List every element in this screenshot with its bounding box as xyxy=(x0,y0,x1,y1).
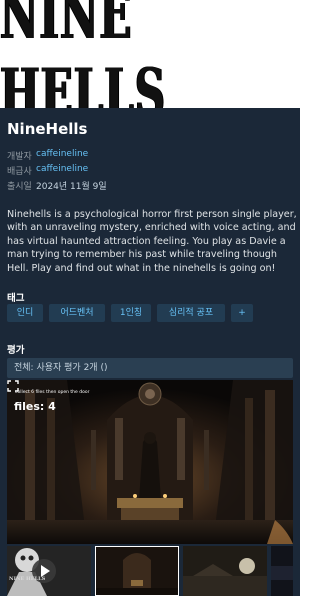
dark-scene-thumbnail-image xyxy=(183,546,267,596)
tag-indie[interactable]: 인디 xyxy=(7,304,43,322)
fullscreen-icon[interactable] xyxy=(7,380,19,392)
tags-heading: 태그 xyxy=(7,293,25,304)
publisher-row: 배급사 caffeineline xyxy=(7,164,88,177)
partial-thumbnail-image xyxy=(271,546,293,596)
release-date-row: 출시일 2024년 11월 9일 xyxy=(7,179,107,192)
thumbnail-logo-text: NINE HELLS xyxy=(9,576,46,582)
review-summary[interactable]: 전체: 사용자 평가 2개 () xyxy=(7,358,293,378)
developer-label: 개발자 xyxy=(7,152,32,162)
release-date-value: 2024년 11월 9일 xyxy=(36,182,107,192)
main-screenshot[interactable]: collect 6 files then open the door files… xyxy=(7,380,293,544)
tag-psychological-horror[interactable]: 심리적 공포 xyxy=(157,304,225,322)
thumbnail-video[interactable]: NINE HELLS xyxy=(7,546,91,596)
developer-row: 개발자 caffeineline xyxy=(7,149,88,162)
publisher-label: 배급사 xyxy=(7,167,32,177)
publisher-link[interactable]: caffeineline xyxy=(36,164,88,177)
objective-hint: collect 6 files then open the door xyxy=(15,390,90,395)
tag-first-person[interactable]: 1인칭 xyxy=(111,304,151,322)
developer-link[interactable]: caffeineline xyxy=(36,149,88,162)
thumbnail-partial[interactable] xyxy=(271,546,293,596)
store-page-panel: NineHells 개발자 caffeineline 배급사 caffeinel… xyxy=(0,108,300,596)
cathedral-thumbnail-image xyxy=(95,546,179,596)
thumbnail-dark-scene[interactable] xyxy=(183,546,267,596)
release-date-label: 출시일 xyxy=(7,182,32,192)
banner-logo-text: NINE HELLS xyxy=(0,0,167,108)
screenshot-thumbnails: NINE HELLS xyxy=(7,546,293,596)
tag-more-button[interactable]: + xyxy=(231,304,253,322)
files-counter: files: 4 xyxy=(14,400,56,413)
tag-adventure[interactable]: 어드벤처 xyxy=(49,304,105,322)
game-description: Ninehells is a psychological horror firs… xyxy=(7,209,297,274)
thumbnail-cathedral[interactable] xyxy=(95,546,179,596)
tag-list: 인디 어드벤처 1인칭 심리적 공포 + xyxy=(7,304,253,322)
reviews-heading: 평가 xyxy=(7,345,25,356)
game-title: NineHells xyxy=(7,120,88,138)
game-header-banner: NINE HELLS xyxy=(0,0,300,108)
